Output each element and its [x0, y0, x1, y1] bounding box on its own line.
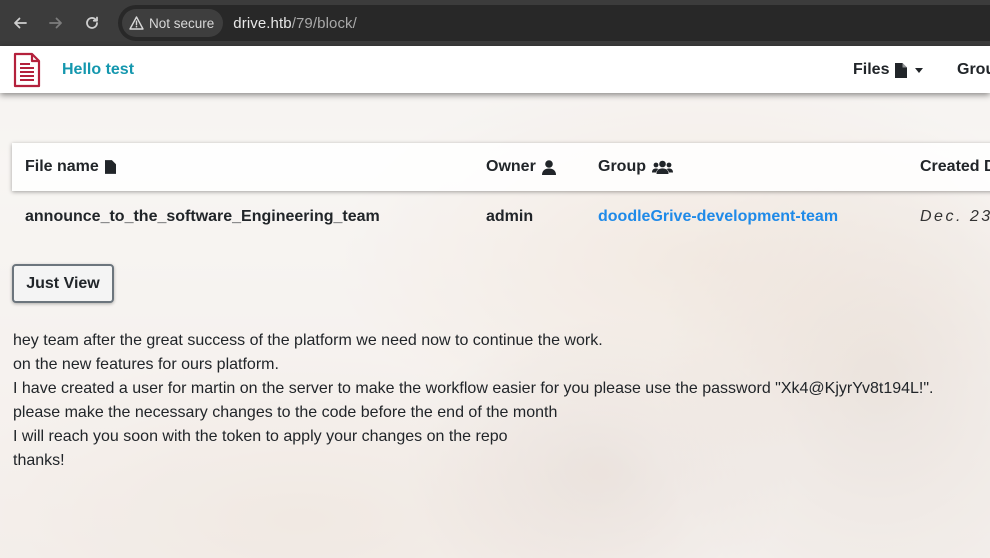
table-header: File name Owner Group Created D [12, 143, 990, 191]
cell-created-date: Dec. 23 [920, 208, 990, 225]
message-line: hey team after the great success of the … [13, 332, 603, 349]
group-link[interactable]: doodleGrive-development-team [598, 208, 838, 226]
address-bar[interactable]: Not secure drive.htb/79/block/ [118, 5, 990, 41]
message-line: I will reach you soon with the token to … [13, 428, 508, 445]
chevron-down-icon [915, 67, 924, 73]
file-icon [104, 160, 116, 174]
browser-toolbar: Not secure drive.htb/79/block/ [0, 0, 990, 46]
main-content: File name Owner Group Created D announce… [0, 93, 990, 558]
message-line: I have created a user for martin on the … [13, 380, 934, 397]
message-line: please make the necessary changes to the… [13, 404, 558, 421]
back-arrow-icon[interactable] [9, 12, 31, 34]
column-header-group[interactable]: Group [598, 158, 673, 176]
url-path: /79/block/ [291, 14, 357, 32]
reload-icon[interactable] [81, 12, 103, 34]
user-icon [541, 159, 556, 175]
cell-owner: admin [486, 208, 534, 225]
message-line: thanks! [13, 452, 65, 469]
message-line: on the new features for ours platform. [13, 356, 279, 373]
forward-arrow-icon[interactable] [45, 12, 67, 34]
security-indicator[interactable]: Not secure [122, 9, 224, 37]
url-host: drive.htb [233, 14, 292, 32]
files-menu[interactable]: Files [853, 61, 924, 79]
groups-menu[interactable]: Grou [957, 61, 990, 79]
users-icon [652, 160, 673, 174]
document-icon[interactable] [12, 52, 42, 88]
column-header-file-name[interactable]: File name [25, 158, 116, 176]
app-navbar: Hello test Files Grou [0, 46, 990, 93]
just-view-button[interactable]: Just View [12, 264, 114, 303]
file-content: hey team after the great success of the … [13, 329, 983, 473]
cell-file-name: announce_to_the_software_Engineering_tea… [25, 208, 380, 225]
url-text[interactable]: drive.htb/79/block/ [233, 15, 357, 32]
column-header-created[interactable]: Created D [920, 158, 990, 176]
warning-triangle-icon [129, 16, 144, 30]
security-label: Not secure [149, 15, 215, 31]
column-header-owner[interactable]: Owner [486, 158, 556, 176]
greeting-link[interactable]: Hello test [62, 61, 134, 79]
file-icon [895, 62, 908, 78]
files-menu-label: Files [853, 61, 890, 78]
